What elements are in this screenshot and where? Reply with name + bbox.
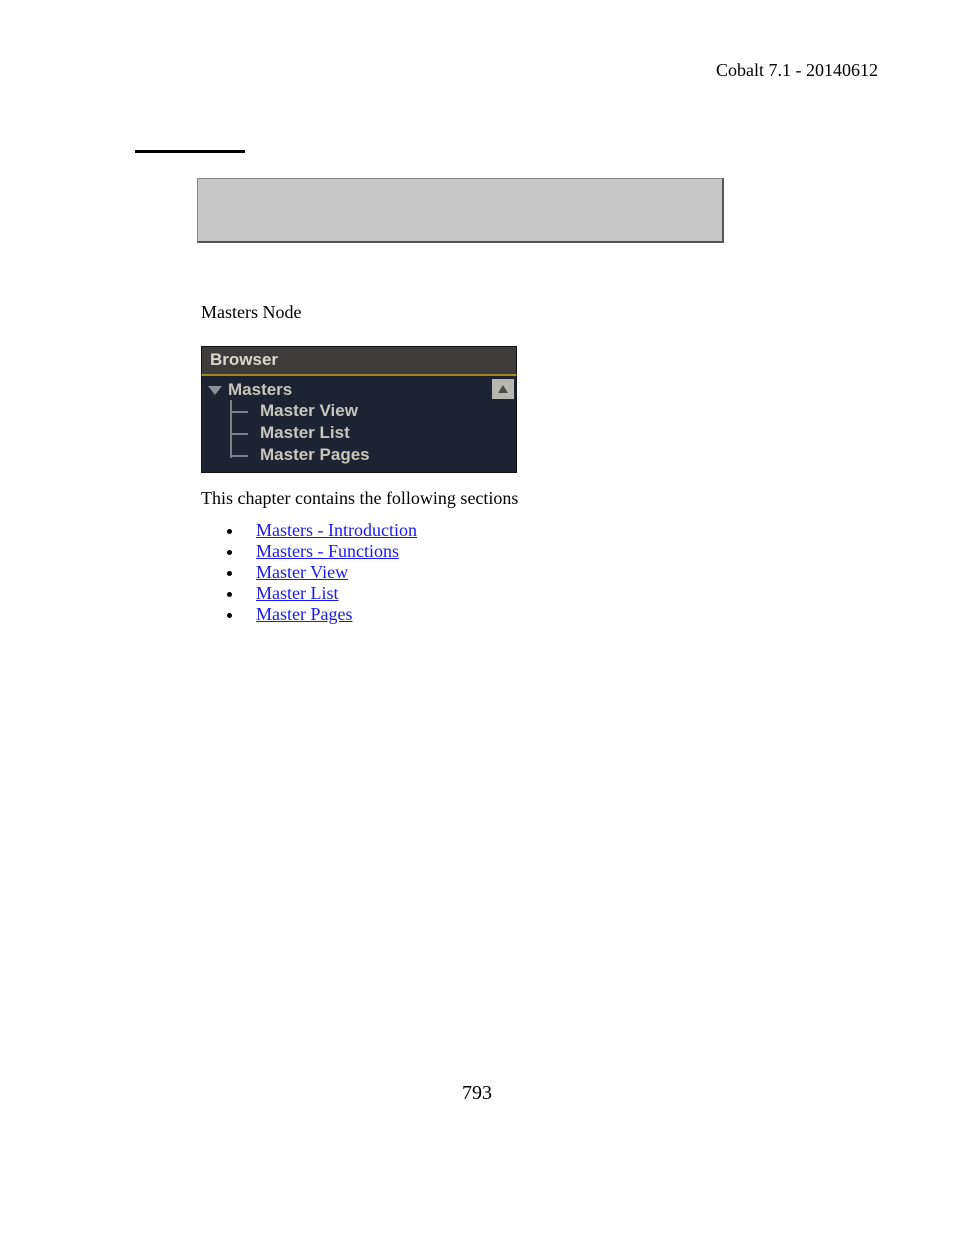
sections-intro-text: This chapter contains the following sect… bbox=[201, 488, 518, 509]
browser-panel: Browser Masters Master View Master List … bbox=[201, 346, 517, 473]
chevron-up-icon bbox=[497, 384, 509, 394]
link-masters-introduction[interactable]: Masters - Introduction bbox=[256, 520, 417, 540]
scroll-up-button[interactable] bbox=[492, 379, 514, 399]
placeholder-box bbox=[197, 178, 724, 243]
link-master-pages[interactable]: Master Pages bbox=[256, 604, 352, 624]
divider-line bbox=[135, 150, 245, 153]
browser-body: Masters Master View Master List Master P… bbox=[201, 375, 517, 473]
list-item: Master Pages bbox=[244, 604, 417, 625]
figure-caption: Masters Node bbox=[201, 302, 301, 323]
browser-titlebar: Browser bbox=[201, 346, 517, 375]
tree-node[interactable]: Master List bbox=[220, 422, 516, 444]
list-item: Master View bbox=[244, 562, 417, 583]
list-item: Masters - Introduction bbox=[244, 520, 417, 541]
tree-node[interactable]: Master View bbox=[220, 400, 516, 422]
list-item: Master List bbox=[244, 583, 417, 604]
tree-children: Master View Master List Master Pages bbox=[220, 400, 516, 466]
sections-list: Masters - Introduction Masters - Functio… bbox=[222, 520, 417, 625]
link-master-list[interactable]: Master List bbox=[256, 583, 339, 603]
link-masters-functions[interactable]: Masters - Functions bbox=[256, 541, 399, 561]
expand-triangle-icon bbox=[208, 386, 222, 395]
tree-root-label: Masters bbox=[228, 380, 292, 400]
list-item: Masters - Functions bbox=[244, 541, 417, 562]
tree-node[interactable]: Master Pages bbox=[220, 444, 516, 466]
document-header: Cobalt 7.1 - 20140612 bbox=[716, 60, 878, 81]
tree-root: Masters Master View Master List Master P… bbox=[202, 380, 516, 466]
link-master-view[interactable]: Master View bbox=[256, 562, 348, 582]
tree-node-masters[interactable]: Masters bbox=[202, 380, 516, 400]
page-number: 793 bbox=[0, 1082, 954, 1105]
